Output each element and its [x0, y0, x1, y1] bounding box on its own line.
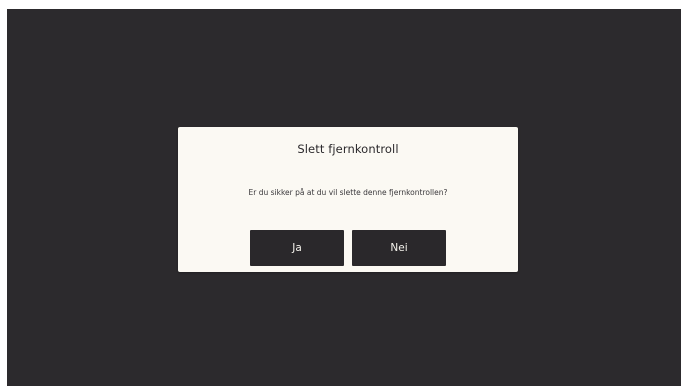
no-button[interactable]: Nei	[352, 230, 446, 266]
dialog-title: Slett fjernkontroll	[297, 142, 399, 156]
confirm-delete-dialog: Slett fjernkontroll Er du sikker på at d…	[178, 127, 518, 272]
screen-backdrop: Slett fjernkontroll Er du sikker på at d…	[7, 9, 681, 386]
yes-button[interactable]: Ja	[250, 230, 344, 266]
dialog-message: Er du sikker på at du vil slette denne f…	[248, 188, 448, 197]
